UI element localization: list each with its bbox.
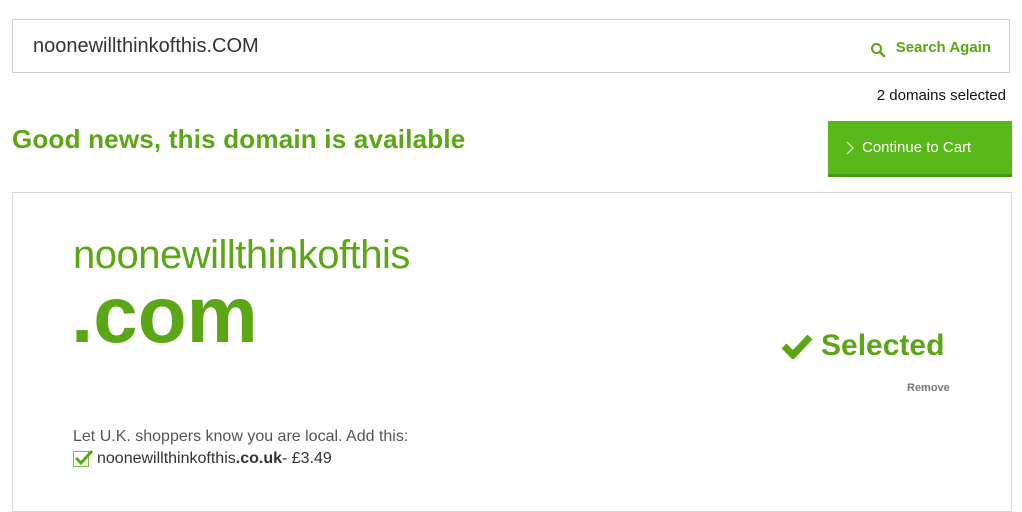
selected-status: Selected <box>781 329 944 363</box>
checkbox-checked-icon <box>74 449 94 466</box>
domain-search-bar: Search Again <box>12 19 1010 73</box>
checkmark-icon <box>781 334 813 359</box>
search-again-label: Search Again <box>895 38 991 56</box>
result-domain-tld: .com <box>71 270 258 359</box>
continue-to-cart-button[interactable]: Continue to Cart <box>828 121 1012 177</box>
upsell-domain-tld: .co.uk <box>235 450 282 467</box>
chevron-right-icon <box>846 141 854 154</box>
search-icon <box>870 43 885 58</box>
upsell-text: Let U.K. shoppers know you are local. Ad… <box>73 428 409 445</box>
upsell-option: noonewillthinkofthis .co.uk - £3.49 <box>73 449 332 468</box>
domains-selected-count: 2 domains selected <box>876 87 1006 104</box>
search-again-button[interactable]: Search Again <box>870 36 991 58</box>
upsell-checkbox[interactable] <box>73 449 94 467</box>
domain-search-input[interactable] <box>33 34 733 58</box>
remove-link[interactable]: Remove <box>907 382 950 394</box>
selected-status-label: Selected <box>821 329 945 362</box>
upsell-domain-name: noonewillthinkofthis <box>97 450 236 467</box>
availability-headline: Good news, this domain is available <box>12 124 466 154</box>
upsell-price: - £3.49 <box>281 450 332 467</box>
continue-to-cart-label: Continue to Cart <box>862 139 972 156</box>
domain-result-card: noonewillthinkofthis .com Selected Remov… <box>12 192 1012 512</box>
